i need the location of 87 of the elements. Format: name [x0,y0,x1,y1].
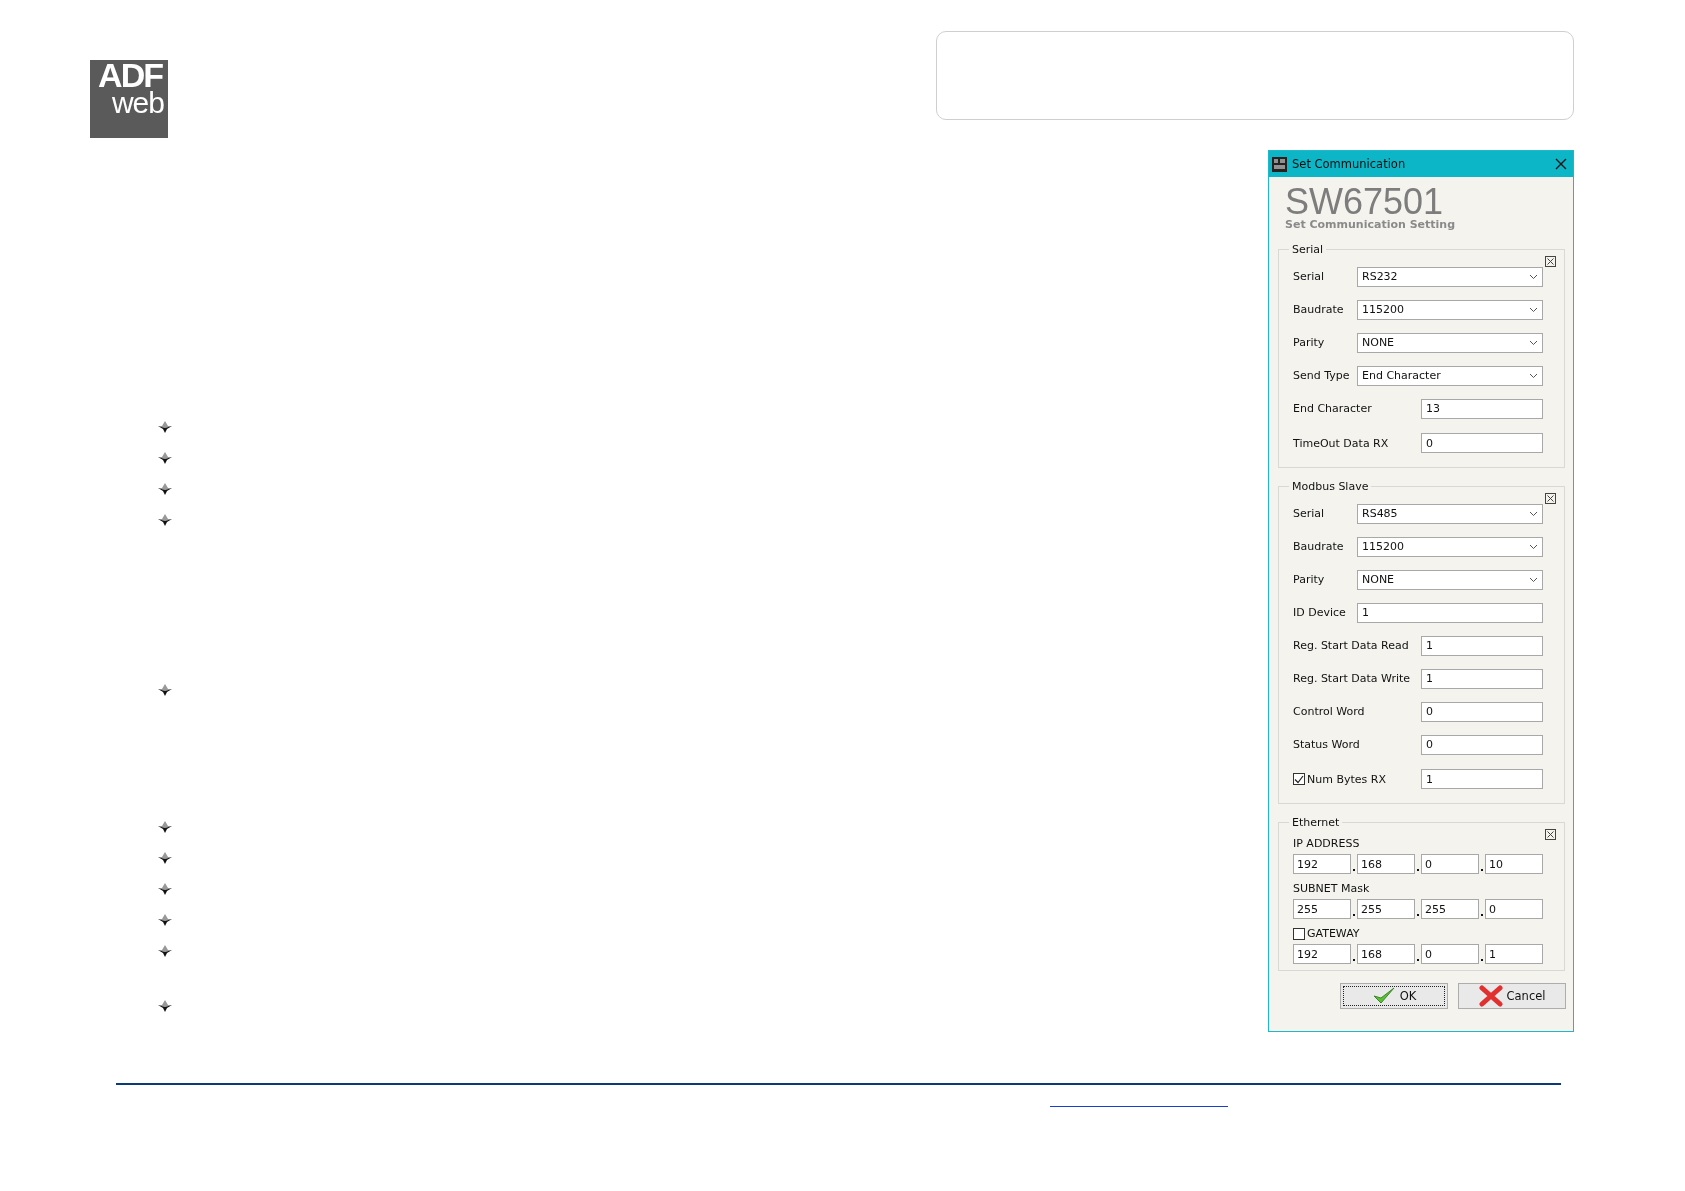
chevron-down-icon [1529,576,1538,583]
input-field[interactable]: 0 [1421,734,1543,755]
input-field[interactable]: 0 [1421,433,1543,453]
field-label: SUBNET Mask [1293,882,1370,895]
check-icon [1294,774,1304,784]
group-title: Serial [1291,243,1325,256]
octet-field[interactable]: 192 [1293,854,1351,874]
subtitle: Set Communication Setting [1285,219,1457,231]
field-label: Send Type [1293,369,1351,382]
field-label: Baudrate [1293,540,1345,553]
chevron-down-icon [1529,543,1538,550]
dropdown-value: NONE [1362,336,1395,349]
bullet-icon [158,684,172,696]
close-icon[interactable] [1555,158,1567,170]
chevron-down-icon [1529,339,1538,346]
input-field[interactable]: 0 [1421,701,1543,722]
field-label: Parity [1293,336,1326,349]
checkbox-label: Num Bytes RX [1307,772,1386,786]
chevron-down-icon [1529,306,1538,313]
bullet-icon [158,883,172,895]
bullet-icon [158,483,172,495]
checkbox[interactable] [1293,773,1305,785]
input-field[interactable]: 1 [1421,635,1543,656]
ok-button[interactable]: OK [1340,983,1448,1009]
chevron-down-icon [1529,372,1538,379]
field-label: Serial [1293,270,1326,283]
collapse-icon[interactable] [1545,256,1556,267]
field-label: GATEWAY [1307,927,1360,940]
field-label: Parity [1293,573,1326,586]
dropdown-value: End Character [1362,369,1441,382]
group-title: Modbus Slave [1291,480,1370,493]
dropdown[interactable]: NONE [1357,332,1543,353]
octet-field[interactable]: 10 [1485,854,1543,874]
dropdown-value: NONE [1362,573,1395,586]
collapse-icon[interactable] [1545,493,1556,504]
bullet-icon [158,421,172,433]
octet-field[interactable]: 255 [1293,899,1351,919]
field-label: Reg. Start Data Write [1293,672,1412,685]
field-label: ID Device [1293,606,1347,619]
input-field[interactable]: 1 [1357,602,1543,623]
dropdown-value: RS232 [1362,270,1398,283]
bullet-icon [158,852,172,864]
field-label: Reg. Start Data Read [1293,639,1410,652]
product-name: SW67501 [1285,185,1444,219]
chevron-down-icon [1529,273,1538,280]
bullet-icon [158,514,172,526]
dropdown[interactable]: 115200 [1357,536,1543,557]
field-label: Control Word [1293,705,1366,718]
field-label: Serial [1293,507,1326,520]
cross-icon [1478,985,1503,1007]
input-field[interactable]: 1 [1421,769,1543,789]
dropdown[interactable]: 115200 [1357,299,1543,320]
field-label: IP ADDRESS [1293,837,1360,850]
bullet-icon [158,1000,172,1012]
bullet-icon [158,914,172,926]
dropdown-value: 115200 [1362,303,1404,316]
dropdown[interactable]: End Character [1357,365,1543,386]
octet-field[interactable]: 0 [1421,944,1479,964]
dropdown[interactable]: NONE [1357,569,1543,590]
octet-field[interactable]: 0 [1485,899,1543,919]
field-label: Status Word [1293,738,1361,751]
dropdown[interactable]: RS232 [1357,266,1543,287]
octet-field[interactable]: 192 [1293,944,1351,964]
field-label: End Character [1293,402,1373,415]
collapse-icon[interactable] [1545,829,1556,840]
cancel-button[interactable]: Cancel [1458,983,1566,1009]
input-field[interactable]: 13 [1421,398,1543,419]
octet-field[interactable]: 255 [1357,899,1415,919]
window-title: Set Communication [1292,157,1406,171]
input-field[interactable]: 1 [1421,668,1543,689]
bullet-icon [158,821,172,833]
octet-field[interactable]: 255 [1421,899,1479,919]
octet-field[interactable]: 0 [1421,854,1479,874]
octet-field[interactable]: 168 [1357,944,1415,964]
bullet-icon [158,945,172,957]
octet-field[interactable]: 1 [1485,944,1543,964]
octet-field[interactable]: 168 [1357,854,1415,874]
dropdown-value: 115200 [1362,540,1404,553]
dropdown[interactable]: RS485 [1357,503,1543,524]
chevron-down-icon [1529,510,1538,517]
checkbox[interactable] [1293,927,1305,940]
app-icon [1272,156,1287,172]
field-label: TimeOut Data RX [1293,436,1390,450]
group-title: Ethernet [1291,816,1341,829]
field-label: Baudrate [1293,303,1345,316]
bullet-icon [158,452,172,464]
dropdown-value: RS485 [1362,507,1398,520]
